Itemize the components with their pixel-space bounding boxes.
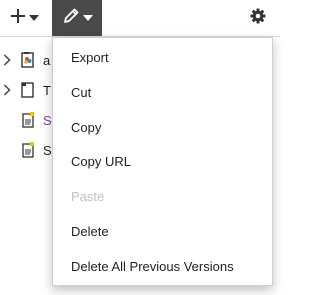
folder-icon <box>20 81 36 99</box>
pencil-icon <box>62 7 80 30</box>
gear-icon <box>250 8 266 29</box>
settings-button[interactable] <box>244 0 272 36</box>
tree-item-label: T <box>43 82 51 98</box>
chevron-right-icon[interactable] <box>2 82 12 98</box>
chevron-right-icon[interactable] <box>2 52 12 68</box>
tree-item-label: S <box>43 112 52 128</box>
edit-dropdown-menu: Export Cut Copy Copy URL Paste Delete De… <box>52 37 273 286</box>
menu-item-delete-all-previous-versions[interactable]: Delete All Previous Versions <box>53 250 272 285</box>
folder-icon <box>20 51 36 69</box>
toolbar <box>0 0 280 37</box>
tree-item-label: a <box>43 52 51 68</box>
menu-item-delete[interactable]: Delete <box>53 215 272 250</box>
plus-icon <box>10 8 26 29</box>
add-menu-button[interactable] <box>4 0 44 36</box>
chevron-down-icon <box>28 15 39 21</box>
menu-item-paste: Paste <box>71 189 105 205</box>
document-icon <box>20 141 36 159</box>
menu-item-cut[interactable]: Cut <box>53 76 272 111</box>
menu-item-copy-url[interactable]: Copy URL <box>53 145 272 180</box>
menu-item-export[interactable]: Export <box>53 41 272 76</box>
chevron-down-icon <box>82 15 93 21</box>
tree-item-label: S <box>43 142 52 158</box>
menu-item-copy[interactable]: Copy <box>53 111 272 146</box>
edit-menu-button[interactable] <box>52 0 102 36</box>
document-icon <box>20 111 36 129</box>
